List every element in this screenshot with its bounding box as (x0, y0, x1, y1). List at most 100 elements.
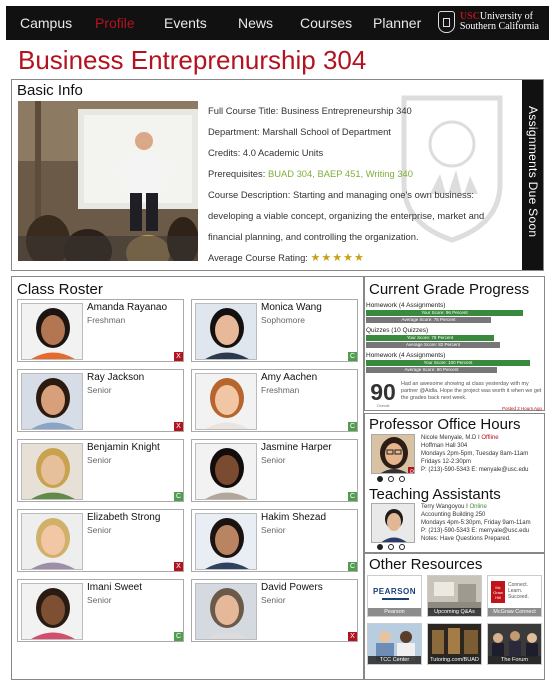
your-score-bar: Your Score: 100 Percent (366, 360, 530, 366)
description-line-3: financial planning, and controlling the … (208, 231, 419, 242)
professor-line-4: P: (213)-590-5343 E: menyale@usc.edu (421, 467, 529, 473)
resource-mcgraw-connect[interactable]: Mc Graw Hill Connect. Learn. Succeed. Mc… (487, 575, 542, 617)
student-avatar (21, 443, 83, 500)
ta-pager-dot-3[interactable] (399, 544, 405, 550)
your-score-bar: Your Score: 96 Percent (366, 310, 523, 316)
assignments-due-tab[interactable]: Assignments Due Soon (522, 80, 543, 270)
student-name: Elizabeth Strong (87, 512, 161, 523)
average-score-bar: Average Score: 80 Percent (366, 367, 497, 373)
ta-pager-dot-1[interactable] (377, 544, 383, 550)
professor-line-3: Fridays 12-2:30pm (421, 459, 472, 465)
other-resources-panel: Other Resources PEARSON Pearson Upcoming… (364, 553, 545, 680)
student-card[interactable]: Benjamin Knight Senior C (17, 439, 184, 502)
student-level: Sophomore (261, 315, 305, 325)
professor-line-1: Hoffman Hall 304 (421, 443, 468, 449)
professor-line-2: Mondays 2pm-5pm, Tuesday 8am-11am (421, 451, 529, 457)
professor-card[interactable]: P Nicole Menyale, M.D I Offline Hoffman … (371, 434, 543, 480)
student-level: Senior (261, 595, 286, 605)
usc-southern-california: Southern California (459, 21, 539, 32)
student-name: Hakim Shezad (261, 512, 327, 523)
student-status-badge: X (348, 632, 357, 641)
description-line-1: Starting and managing one's own business… (292, 189, 475, 200)
rating-stars-icon: ★★★★★ (310, 252, 365, 264)
grade-block: Homework (4 Assignments) Your Score: 96 P… (366, 301, 544, 324)
grade-block-label: Quizzes (10 Quizzes) (366, 327, 429, 334)
resource-pearson[interactable]: PEARSON Pearson (367, 575, 422, 617)
resource-tcc-center[interactable]: TCC Center (367, 623, 422, 665)
top-nav: Campus Profile Events News Courses Plann… (6, 6, 549, 40)
assistant-card[interactable]: Terry Wangoyou I Online Accounting Build… (371, 503, 543, 549)
prereq-label: Prerequisites: (208, 168, 266, 179)
student-avatar (195, 513, 257, 570)
student-card[interactable]: Imani Sweet Senior C (17, 579, 184, 642)
student-card[interactable]: Ray Jackson Senior X (17, 369, 184, 432)
student-status-badge: X (174, 352, 183, 361)
student-card[interactable]: David Powers Senior X (191, 579, 358, 642)
assistant-avatar (371, 503, 415, 543)
nav-planner[interactable]: Planner (373, 15, 421, 31)
assistant-line-1: Accounting Building 250 (421, 512, 486, 518)
usc-logo[interactable]: USCUniversity of Southern California (437, 11, 539, 33)
prereq-row: Prerequisites: BUAD 304, BAEP 451, Writi… (208, 163, 488, 184)
student-status-badge: X (174, 562, 183, 571)
grade-block: Quizzes (10 Quizzes) Your Score: 78 Perce… (366, 326, 544, 349)
student-name: Imani Sweet (87, 582, 143, 593)
student-card[interactable]: Monica Wang Sophomore C (191, 299, 358, 362)
nav-events[interactable]: Events (164, 15, 207, 31)
student-card[interactable]: Jasmine Harper Senior C (191, 439, 358, 502)
course-photo (18, 101, 198, 261)
department-value: Marshall School of Department (262, 126, 391, 137)
resource-the-forum[interactable]: The Forum (487, 623, 542, 665)
grade-block-label: Homework (4 Assignments) (366, 302, 446, 309)
nav-courses[interactable]: Courses (300, 15, 352, 31)
full-title-value: Business Entrepreneurship 340 (280, 105, 412, 116)
basic-info-panel: Basic Info Full Course Title: Business E… (11, 79, 544, 271)
resource-upcoming-qas[interactable]: Upcoming Q&As (427, 575, 482, 617)
pager-dot-1[interactable] (377, 476, 383, 482)
pager-dot-2[interactable] (388, 476, 394, 482)
student-card[interactable]: Elizabeth Strong Senior X (17, 509, 184, 572)
student-avatar (21, 303, 83, 360)
professor-name: Nicole Menyale, M.D I (421, 435, 480, 441)
student-level: Senior (87, 525, 112, 535)
connect-logo: Connect. Learn. Succeed. (508, 582, 529, 600)
prereq-links[interactable]: BUAD 304, BAEP 451, Writing 340 (268, 168, 413, 179)
nav-news[interactable]: News (238, 15, 273, 31)
other-resources-heading: Other Resources (369, 556, 483, 573)
student-level: Senior (87, 385, 112, 395)
student-name: Ray Jackson (87, 372, 145, 383)
class-roster-panel: Class Roster Amanda Rayanao Freshman X Moni… (11, 276, 364, 680)
student-card[interactable]: Amanda Rayanao Freshman X (17, 299, 184, 362)
student-avatar (21, 513, 83, 570)
student-name: Amy Aachen (261, 372, 318, 383)
teaching-assistants-heading: Teaching Assistants (369, 486, 501, 503)
department-label: Department: (208, 126, 260, 137)
mcgraw-logo: Mc Graw Hill (491, 581, 505, 603)
nav-campus[interactable]: Campus (20, 15, 72, 31)
description-row: Course Description: Starting and managin… (208, 184, 488, 205)
assistant-pager (377, 544, 405, 550)
grade-block: Homework (4 Assignments) Your Score: 100 … (366, 351, 544, 374)
resource-tutoring[interactable]: Tutoring.com/BUAD (427, 623, 482, 665)
grade-progress-heading: Current Grade Progress (369, 281, 530, 298)
student-card[interactable]: Hakim Shezad Senior C (191, 509, 358, 572)
student-card[interactable]: Amy Aachen Freshman C (191, 369, 358, 432)
assistant-line-3: P: (213)-590-5343 E: merryale@usc.edu (421, 528, 530, 534)
nav-profile[interactable]: Profile (95, 15, 135, 31)
grade-progress-panel: Current Grade Progress Homework (4 Assig… (364, 276, 545, 411)
basic-info-heading: Basic Info (17, 82, 83, 99)
student-status-badge: C (348, 422, 357, 431)
your-score-bar: Your Score: 78 Percent (366, 335, 494, 341)
ta-pager-dot-2[interactable] (388, 544, 394, 550)
assistant-name: Terry Wangoyou I (421, 504, 468, 510)
resource-mcgraw-label: McGraw Connect (488, 608, 541, 616)
student-status-badge: X (174, 422, 183, 431)
pager-dot-3[interactable] (399, 476, 405, 482)
student-name: Amanda Rayanao (87, 302, 168, 313)
student-level: Senior (261, 525, 286, 535)
student-name: Jasmine Harper (261, 442, 332, 453)
student-level: Senior (261, 455, 286, 465)
professor-badge: P (410, 470, 414, 474)
student-level: Freshman (87, 315, 126, 325)
office-hours-heading: Professor Office Hours (369, 416, 521, 433)
